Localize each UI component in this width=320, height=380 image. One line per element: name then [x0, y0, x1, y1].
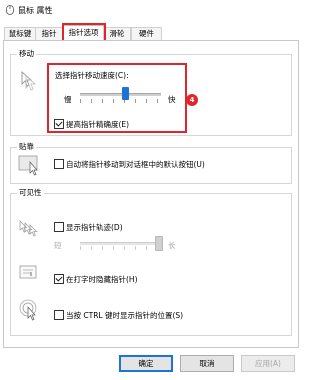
pointer-speed-icon [21, 71, 37, 91]
hide-while-typing-label: 在打字时隐藏指针(H) [66, 275, 138, 284]
motion-highlight-box [47, 63, 187, 133]
trails-slider-ticks [80, 246, 162, 250]
pointer-trails-checkbox[interactable] [54, 222, 64, 232]
show-location-icon [19, 299, 37, 321]
motion-step-badge: 4 [186, 94, 198, 106]
long-label: 长 [168, 241, 176, 250]
tab-hardware[interactable]: 硬件 [131, 27, 162, 40]
tab-wheel[interactable]: 滑轮 [103, 27, 131, 40]
title-bar: 鼠标 属性 [0, 0, 302, 20]
pointer-trails-label: 显示指针轨迹(D) [66, 223, 123, 232]
cancel-button[interactable]: 取消 [180, 355, 234, 372]
tab-pointers[interactable]: 指针 [35, 27, 63, 40]
short-label: 短 [54, 241, 62, 250]
snap-to-checkbox[interactable] [54, 159, 64, 169]
apply-button[interactable]: 应用(A) [241, 355, 295, 372]
snap-to-label: 自动将指针移动到对话框中的默认按钮(U) [66, 160, 205, 169]
pointer-trails-icon [19, 220, 38, 237]
ok-button[interactable]: 确定 [119, 355, 173, 372]
snap-to-icon [18, 155, 38, 176]
snap-group-title: 贴靠 [17, 141, 36, 152]
trails-slider-track[interactable] [80, 242, 161, 245]
show-location-label: 当按 CTRL 键时显示指针的位置(S) [66, 311, 184, 320]
trails-slider-thumb[interactable] [155, 236, 163, 251]
tab-buttons[interactable]: 鼠标键 [4, 27, 36, 40]
hide-while-typing-checkbox[interactable] [54, 274, 64, 284]
mouse-icon [6, 5, 14, 15]
visibility-group-title: 可见性 [17, 187, 44, 198]
hide-while-typing-icon [19, 265, 37, 279]
motion-group-title: 移动 [17, 48, 36, 59]
show-location-checkbox[interactable] [54, 310, 64, 320]
window-title: 鼠标 属性 [18, 6, 53, 15]
